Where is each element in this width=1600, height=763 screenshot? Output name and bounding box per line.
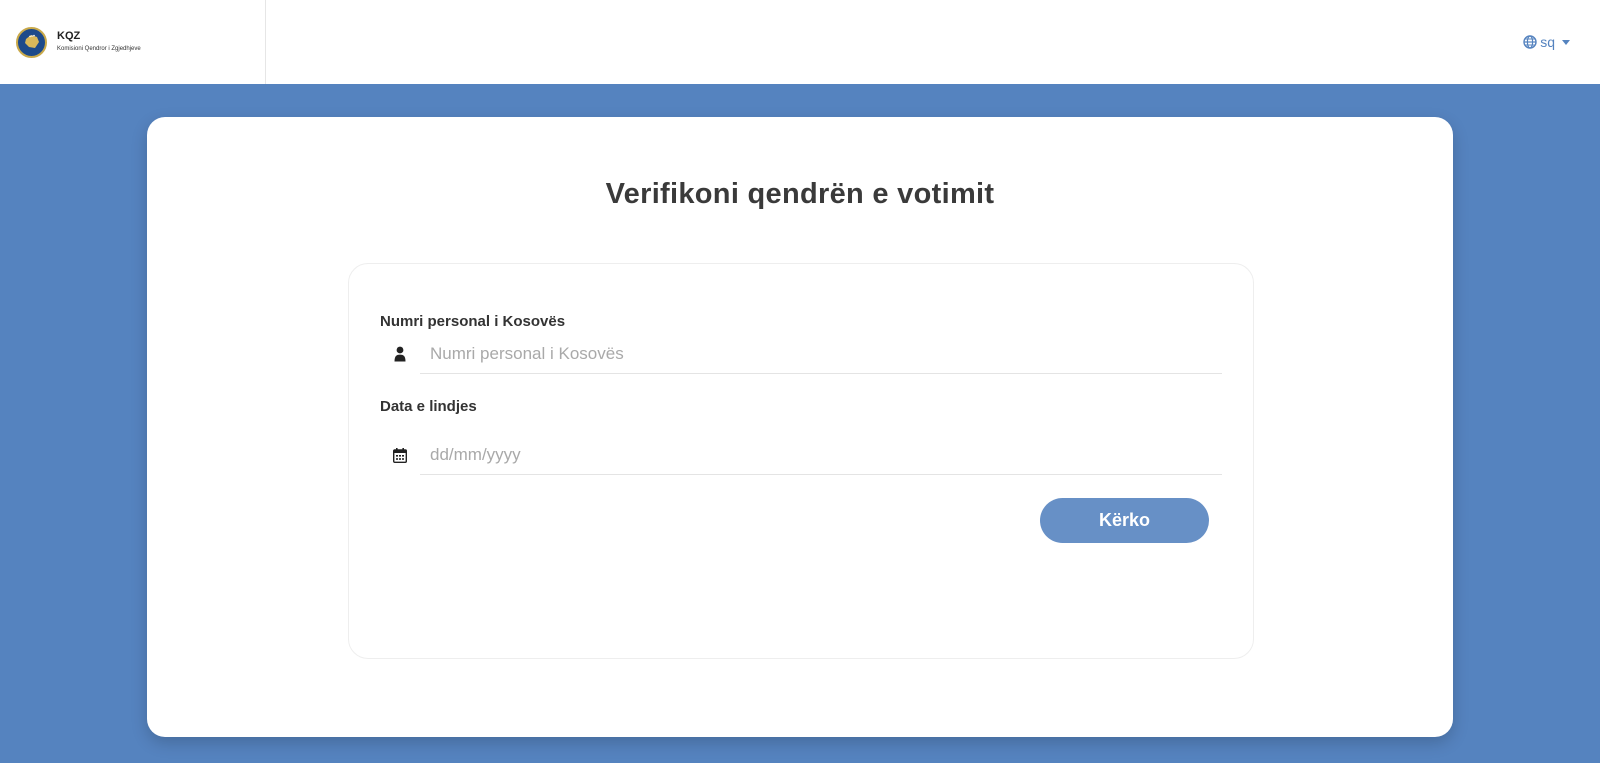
language-selector[interactable]: sq [1523, 0, 1570, 84]
language-label: sq [1540, 34, 1555, 50]
personal-number-row [380, 334, 1222, 374]
personal-number-input[interactable] [420, 334, 1222, 374]
birth-date-input[interactable] [420, 435, 1222, 475]
globe-icon [1523, 35, 1537, 49]
chevron-down-icon [1562, 39, 1570, 45]
calendar-icon [380, 447, 420, 463]
birth-date-label: Data e lindjes [380, 398, 477, 415]
search-button[interactable]: Kërko [1040, 498, 1209, 543]
birth-date-row [380, 435, 1222, 475]
personal-number-label: Numri personal i Kosovës [380, 313, 566, 330]
brand-title: KQZ [57, 30, 81, 42]
brand[interactable]: KQZ Komisioni Qendror i Zgjedhjeve [0, 0, 266, 84]
brand-text: KQZ Komisioni Qendror i Zgjedhjeve [57, 30, 141, 54]
page-title: Verifikoni qendrën e votimit [605, 178, 995, 210]
kqz-logo-icon [16, 26, 47, 58]
brand-subtitle: Komisioni Qendror i Zgjedhjeve [57, 46, 141, 52]
user-icon [380, 346, 420, 362]
top-bar: KQZ Komisioni Qendror i Zgjedhjeve sq [0, 0, 1600, 84]
